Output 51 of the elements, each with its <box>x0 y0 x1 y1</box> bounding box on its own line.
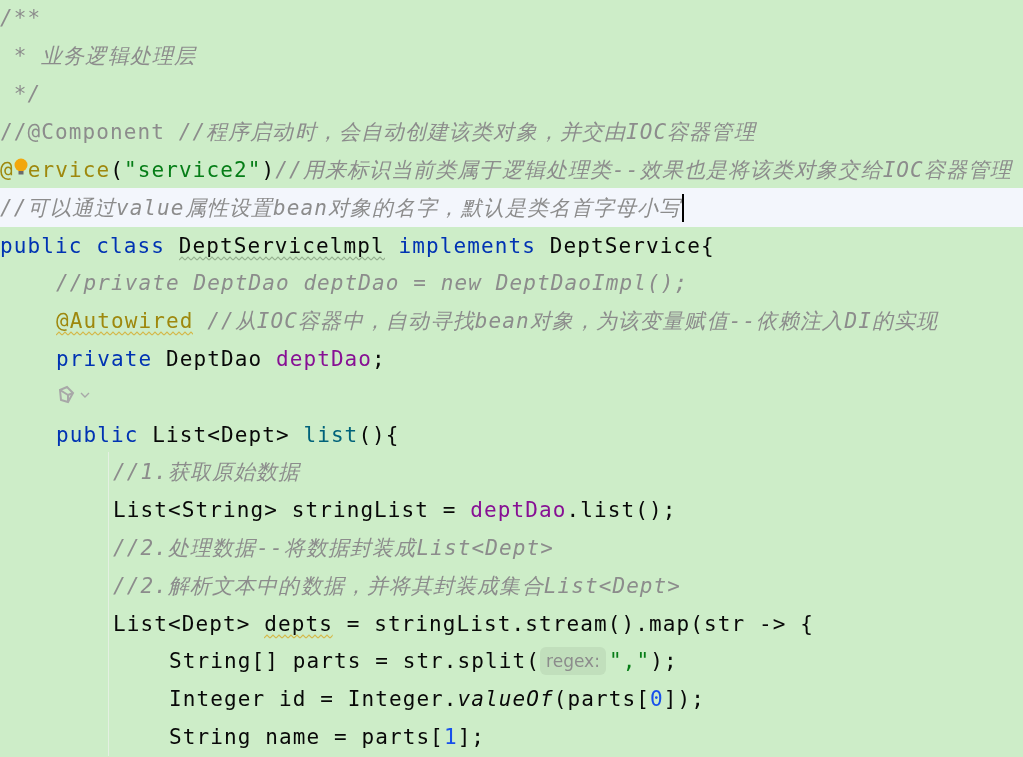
method-name: valueOf <box>457 685 554 713</box>
code-comment: */ <box>12 80 42 108</box>
string-literal: "," <box>608 647 651 675</box>
text-cursor <box>681 193 684 222</box>
keyword: implements <box>397 232 537 260</box>
code-text: ) <box>261 156 276 184</box>
code-text: DeptDao <box>165 345 264 373</box>
field-name: deptDao <box>275 345 373 373</box>
code-text: (){ <box>358 421 400 449</box>
code-text: ; <box>372 345 386 373</box>
parameter-hint: regex: <box>540 646 606 675</box>
code-text: ]); <box>663 685 705 713</box>
code-text: String[] parts = str.split( <box>169 647 541 675</box>
code-comment: //2.处理数据--将数据封装成List<Dept> <box>113 534 554 562</box>
assistant-icon[interactable] <box>56 384 92 405</box>
code-comment: //从IOC容器中，自动寻找bean对象，为该变量赋值--依赖注入DI的实现 <box>206 307 939 335</box>
code-comment: //@Component <box>0 118 166 146</box>
code-comment: //用来标识当前类属于逻辑处理类--效果也是将该类对象交给IOC容器管理 <box>275 156 1013 184</box>
code-comment: //程序启动时，会自动创建该类对象，并交由IOC容器管理 <box>178 118 756 146</box>
code-text: = stringList.stream().map(str -> { <box>345 610 814 638</box>
code-text: DeptServicelmpl <box>178 232 385 260</box>
code-text: ( <box>110 156 124 184</box>
code-text: List<Dept> <box>152 421 291 449</box>
code-comment: * 业务逻辑处理层 <box>12 42 196 70</box>
keyword: public class <box>0 232 166 260</box>
annotation: ervice <box>27 156 111 184</box>
string-literal: "service2" <box>123 156 262 184</box>
code-text: (parts[ <box>553 685 650 713</box>
lightbulb-icon[interactable] <box>13 157 28 176</box>
code-comment: //2.解析文本中的数据，并将其封装成集合List<Dept> <box>113 572 682 600</box>
keyword: private <box>56 345 154 373</box>
code-text: List<String> stringList = <box>113 496 458 524</box>
annotation: @ <box>0 156 14 184</box>
code-text: depts <box>264 610 333 638</box>
code-text: ); <box>650 647 678 675</box>
code-comment: //private DeptDao deptDao = new DeptDaoImpl(); <box>56 269 689 297</box>
field-name: deptDao <box>470 496 567 524</box>
number-literal: 0 <box>650 685 664 713</box>
code-text: ]; <box>457 723 486 751</box>
code-comment: //可以通过value属性设置bean对象的名字，默认是类名首字母小写 <box>0 194 682 222</box>
code-text: Integer id = Integer. <box>169 685 458 713</box>
number-literal: 1 <box>443 723 458 751</box>
code-comment: //1.获取原始数据 <box>113 458 301 486</box>
code-comment: /** <box>0 4 42 32</box>
method-name: list <box>303 421 359 449</box>
code-text: .list(); <box>566 496 677 524</box>
code-text: List<Dept> <box>113 610 252 638</box>
annotation: @Autowired <box>56 307 194 335</box>
code-text: String name = parts[ <box>169 723 444 751</box>
keyword: public <box>56 421 140 449</box>
code-text: DeptService{ <box>549 232 715 260</box>
